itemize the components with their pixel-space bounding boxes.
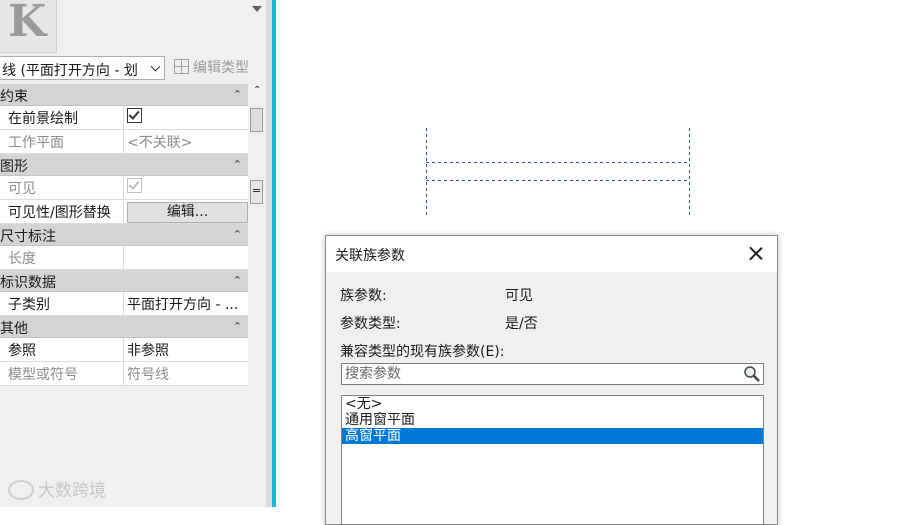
property-name: 子类别 xyxy=(8,297,50,313)
property-checkbox xyxy=(127,178,142,193)
search-box xyxy=(341,363,764,385)
property-group-header[interactable]: 标识数据 ⌃ xyxy=(0,270,248,292)
property-name: 工作平面 xyxy=(8,135,64,151)
property-name: 长度 xyxy=(8,251,36,267)
collapse-up-icon: ⌃ xyxy=(232,88,242,101)
collapse-up-icon: ⌃ xyxy=(232,228,242,241)
search-icon[interactable] xyxy=(743,365,761,383)
property-group-title: 图形 xyxy=(0,159,28,175)
property-edit-button[interactable]: 编辑... xyxy=(127,202,248,223)
property-value: 平面打开方向 - ... xyxy=(127,297,239,313)
param-type-label: 参数类型: xyxy=(340,316,401,332)
collapse-up-icon: ⌃ xyxy=(232,158,242,171)
list-item[interactable]: 通用窗平面 xyxy=(342,412,763,428)
param-type-value: 是/否 xyxy=(505,316,538,332)
watermark-text: 大数跨境 xyxy=(38,481,106,501)
property-group-title: 标识数据 xyxy=(0,275,56,291)
dialog-title: 关联族参数 xyxy=(335,248,405,264)
property-name-cell: 长度 xyxy=(0,246,124,269)
property-name: 参照 xyxy=(8,343,36,359)
chevron-down-icon xyxy=(252,6,262,12)
edit-type-icon xyxy=(174,59,189,74)
family-param-value: 可见 xyxy=(505,288,533,304)
close-icon[interactable] xyxy=(744,242,768,266)
property-name-cell: 参照 xyxy=(0,338,124,361)
property-row: 可见 xyxy=(0,176,248,200)
type-selector-value: 线 (平面打开方向 - 划 xyxy=(2,63,138,79)
existing-params-label: 兼容类型的现有族参数(E): xyxy=(340,344,505,360)
property-value-cell: <不关联> xyxy=(124,130,248,153)
search-input[interactable] xyxy=(343,364,737,384)
property-name: 模型或符号 xyxy=(8,367,78,383)
property-value-cell[interactable]: 非参照 xyxy=(124,338,248,361)
property-group-title: 约束 xyxy=(0,89,28,105)
dialog-titlebar[interactable]: 关联族参数 xyxy=(326,236,777,272)
property-row: 在前景绘制 xyxy=(0,106,248,130)
edit-type-label: 编辑类型 xyxy=(193,60,249,76)
properties-scrollbar[interactable]: ⌃ xyxy=(249,84,265,507)
property-row: 模型或符号 符号线 xyxy=(0,362,248,386)
property-row: 子类别 平面打开方向 - ... xyxy=(0,292,248,316)
grid-column-grip[interactable]: = xyxy=(250,180,263,204)
property-name-cell: 可见 xyxy=(0,176,124,199)
property-row: 长度 xyxy=(0,246,248,270)
property-value: 非参照 xyxy=(127,343,169,359)
property-row: 可见性/图形替换 编辑... xyxy=(0,200,248,224)
property-value: <不关联> xyxy=(127,135,193,151)
type-selector-dropdown[interactable]: 线 (平面打开方向 - 划 xyxy=(0,56,165,80)
property-value-cell[interactable]: 平面打开方向 - ... xyxy=(124,292,248,315)
property-value-cell xyxy=(124,246,248,269)
properties-palette: K 线 (平面打开方向 - 划 编辑类型 约束 ⌃ 在前景绘制工作平面 <不关联> 图形… xyxy=(0,0,266,507)
property-group-header[interactable]: 尺寸标注 ⌃ xyxy=(0,224,248,246)
property-value-cell[interactable]: 编辑... xyxy=(124,200,248,223)
property-name-cell: 子类别 xyxy=(0,292,124,315)
property-checkbox[interactable] xyxy=(127,108,142,123)
edit-type-button[interactable]: 编辑类型 xyxy=(174,57,249,79)
properties-grid: 约束 ⌃ 在前景绘制工作平面 <不关联> 图形 ⌃ 可见可见性/图形替换 编辑... 尺寸标注 ⌃… xyxy=(0,84,248,386)
collapse-up-icon: ⌃ xyxy=(232,320,242,333)
family-preview-icon: K xyxy=(8,0,47,47)
property-value-cell[interactable] xyxy=(124,106,248,129)
list-item[interactable]: <无> xyxy=(342,396,763,412)
property-name-cell: 工作平面 xyxy=(0,130,124,153)
type-selector-row: 线 (平面打开方向 - 划 编辑类型 xyxy=(0,56,266,82)
property-group-header[interactable]: 其他 ⌃ xyxy=(0,316,248,338)
property-group-header[interactable]: 约束 ⌃ xyxy=(0,84,248,106)
parameter-list[interactable]: <无> 通用窗平面 高窗平面 xyxy=(341,395,764,525)
type-preview-image: K xyxy=(0,0,57,53)
property-name: 可见性/图形替换 xyxy=(8,205,111,221)
property-row: 参照 非参照 xyxy=(0,338,248,362)
chevron-down-icon xyxy=(150,61,161,72)
collapse-up-icon: ⌃ xyxy=(232,274,242,287)
property-row: 工作平面 <不关联> xyxy=(0,130,248,154)
property-group-title: 其他 xyxy=(0,321,28,337)
property-name-cell: 可见性/图形替换 xyxy=(0,200,124,223)
property-group-header[interactable]: 图形 ⌃ xyxy=(0,154,248,176)
associate-family-parameter-dialog: 关联族参数 族参数: 可见 参数类型: 是/否 兼容类型的现有族参数(E): <… xyxy=(325,235,778,525)
property-group-title: 尺寸标注 xyxy=(0,229,56,245)
list-item[interactable]: 高窗平面 xyxy=(342,428,763,444)
preview-scroll-button[interactable] xyxy=(249,0,265,52)
property-name-cell: 在前景绘制 xyxy=(0,106,124,129)
property-value: 符号线 xyxy=(127,367,169,383)
family-param-label: 族参数: xyxy=(340,288,387,304)
scrollbar-thumb[interactable] xyxy=(250,108,263,132)
property-name: 在前景绘制 xyxy=(8,111,78,127)
watermark: 大数跨境 xyxy=(8,476,106,501)
property-value-cell: 符号线 xyxy=(124,362,248,385)
property-name-cell: 模型或符号 xyxy=(0,362,124,385)
property-value-cell xyxy=(124,176,248,199)
property-name: 可见 xyxy=(8,181,36,197)
watermark-logo-icon xyxy=(8,480,34,500)
collapse-up-icon: ⌃ xyxy=(253,85,262,96)
